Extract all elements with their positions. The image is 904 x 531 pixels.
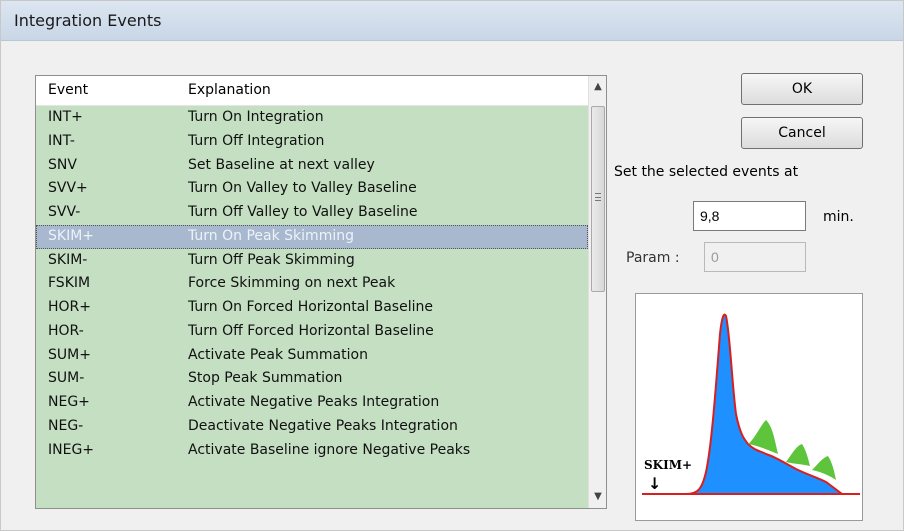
list-item[interactable]: INT- Turn Off Integration xyxy=(36,130,588,154)
list-header: Event Explanation xyxy=(36,76,588,106)
event-explanation: Stop Peak Summation xyxy=(188,370,343,387)
ok-button[interactable]: OK xyxy=(741,73,863,105)
scrollbar-thumb[interactable] xyxy=(591,106,605,292)
list-item[interactable]: INT+ Turn On Integration xyxy=(36,106,588,130)
list-item[interactable]: SUM- Stop Peak Summation xyxy=(36,367,588,391)
param-input xyxy=(704,242,806,272)
event-preview-image: SKIM+ ↓ xyxy=(635,293,863,521)
list-item[interactable]: SUM+ Activate Peak Summation xyxy=(36,344,588,368)
list-item[interactable]: SVV- Turn Off Valley to Valley Baseline xyxy=(36,201,588,225)
window-title: Integration Events xyxy=(14,11,162,30)
grip-icon xyxy=(595,193,601,201)
event-code: SVV- xyxy=(48,204,81,221)
list-item[interactable]: NEG+ Activate Negative Peaks Integration xyxy=(36,391,588,415)
event-code: SNV xyxy=(48,156,77,173)
list-item[interactable]: SNV Set Baseline at next valley xyxy=(36,154,588,178)
event-explanation: Turn Off Integration xyxy=(188,132,325,149)
event-code: HOR+ xyxy=(48,299,92,316)
list-item[interactable]: SVV+ Turn On Valley to Valley Baseline xyxy=(36,177,588,201)
time-input[interactable] xyxy=(693,201,806,231)
event-explanation: Deactivate Negative Peaks Integration xyxy=(188,417,458,434)
column-header-explanation[interactable]: Explanation xyxy=(188,82,271,98)
event-code: NEG+ xyxy=(48,394,90,411)
list-item[interactable]: SKIM- Turn Off Peak Skimming xyxy=(36,249,588,273)
event-explanation: Turn Off Forced Horizontal Baseline xyxy=(188,322,434,339)
skim-label: SKIM+ xyxy=(644,458,693,472)
event-explanation: Activate Negative Peaks Integration xyxy=(188,394,440,411)
event-explanation: Turn Off Valley to Valley Baseline xyxy=(188,204,418,221)
event-code: SUM- xyxy=(48,370,85,387)
event-explanation: Activate Peak Summation xyxy=(188,346,368,363)
event-explanation: Set Baseline at next valley xyxy=(188,156,375,173)
scroll-up-icon[interactable]: ▲ xyxy=(589,78,606,96)
event-explanation: Turn On Integration xyxy=(188,109,324,125)
events-list[interactable]: Event Explanation INT+ Turn On Integratio… xyxy=(35,75,607,509)
event-explanation: Turn On Peak Skimming xyxy=(188,227,354,244)
list-item[interactable]: INEG+ Activate Baseline ignore Negative P… xyxy=(36,439,588,463)
skim-peak-illustration xyxy=(642,313,860,495)
list-item[interactable]: HOR+ Turn On Forced Horizontal Baseline xyxy=(36,296,588,320)
event-code: SKIM- xyxy=(48,251,88,268)
list-rows: INT+ Turn On Integration INT- Turn Off Inte… xyxy=(36,106,588,508)
integration-events-dialog: Integration Events Event Explanation INT… xyxy=(0,0,904,531)
vertical-scrollbar[interactable]: ▲ ▼ xyxy=(588,76,606,508)
down-arrow-icon: ↓ xyxy=(648,474,662,493)
event-code: NEG- xyxy=(48,417,84,434)
column-header-event[interactable]: Event xyxy=(48,82,88,98)
event-code: INT+ xyxy=(48,109,83,125)
event-code: SUM+ xyxy=(48,346,91,363)
event-explanation: Turn On Valley to Valley Baseline xyxy=(188,180,417,197)
param-label: Param : xyxy=(626,250,680,266)
scroll-down-icon[interactable]: ▼ xyxy=(589,488,606,506)
event-explanation: Turn On Forced Horizontal Baseline xyxy=(188,299,433,316)
list-item[interactable]: HOR- Turn Off Forced Horizontal Baseline xyxy=(36,320,588,344)
event-code: INT- xyxy=(48,132,75,149)
skim-peak-2 xyxy=(786,444,810,466)
set-events-label: Set the selected events at xyxy=(614,164,799,180)
list-item[interactable]: FSKIM Force Skimming on next Peak xyxy=(36,272,588,296)
event-explanation: Activate Baseline ignore Negative Peaks xyxy=(188,441,471,458)
event-code: SVV+ xyxy=(48,180,88,197)
event-explanation: Force Skimming on next Peak xyxy=(188,275,396,292)
list-item[interactable]: SKIM+ Turn On Peak Skimming xyxy=(36,224,588,249)
time-unit-label: min. xyxy=(823,209,854,225)
event-code: INEG+ xyxy=(48,441,95,458)
event-code: SKIM+ xyxy=(48,227,95,244)
event-code: HOR- xyxy=(48,322,84,339)
list-item[interactable]: NEG- Deactivate Negative Peaks Integratio… xyxy=(36,415,588,439)
cancel-button[interactable]: Cancel xyxy=(741,117,863,149)
event-code: FSKIM xyxy=(48,275,91,292)
title-bar[interactable]: Integration Events xyxy=(1,1,903,41)
event-explanation: Turn Off Peak Skimming xyxy=(188,251,355,268)
